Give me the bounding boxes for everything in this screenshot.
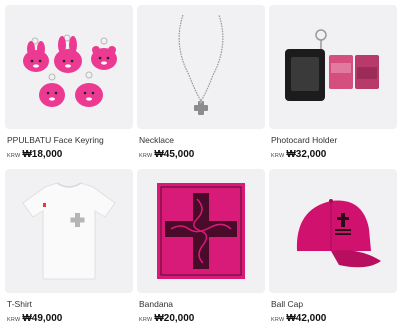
product-image-bandana[interactable] bbox=[137, 169, 265, 293]
product-price: ₩32,000 bbox=[286, 149, 327, 160]
product-card-necklace[interactable]: Necklace KRW ₩45,000 bbox=[137, 5, 265, 169]
product-price: ₩20,000 bbox=[154, 313, 195, 324]
currency-label: KRW bbox=[7, 317, 21, 323]
product-grid: PPULBATU Face Keyring KRW ₩18,000 Neckla… bbox=[0, 0, 400, 329]
currency-label: KRW bbox=[7, 153, 21, 159]
currency-label: KRW bbox=[271, 153, 285, 159]
product-name[interactable]: T-Shirt bbox=[7, 299, 133, 309]
product-card-keyring[interactable]: PPULBATU Face Keyring KRW ₩18,000 bbox=[5, 5, 133, 169]
product-price: ₩18,000 bbox=[22, 149, 63, 160]
currency-label: KRW bbox=[139, 317, 153, 323]
product-name[interactable]: Ball Cap bbox=[271, 299, 397, 309]
product-image-tshirt[interactable] bbox=[5, 169, 133, 293]
price-row: KRW ₩49,000 bbox=[7, 313, 133, 324]
product-card-photocard-holder[interactable]: Photocard Holder KRW ₩32,000 bbox=[269, 5, 397, 169]
product-image-necklace[interactable] bbox=[137, 5, 265, 129]
price-row: KRW ₩18,000 bbox=[7, 149, 133, 160]
product-card-tshirt[interactable]: T-Shirt KRW ₩49,000 bbox=[5, 169, 133, 333]
product-card-ball-cap[interactable]: Ball Cap KRW ₩42,000 bbox=[269, 169, 397, 333]
price-row: KRW ₩42,000 bbox=[271, 313, 397, 324]
product-image-photocard-holder[interactable] bbox=[269, 5, 397, 129]
product-name[interactable]: Photocard Holder bbox=[271, 135, 397, 145]
currency-label: KRW bbox=[139, 153, 153, 159]
product-price: ₩49,000 bbox=[22, 313, 63, 324]
product-price: ₩45,000 bbox=[154, 149, 195, 160]
product-price: ₩42,000 bbox=[286, 313, 327, 324]
product-card-bandana[interactable]: Bandana KRW ₩20,000 bbox=[137, 169, 265, 333]
product-name[interactable]: Necklace bbox=[139, 135, 265, 145]
product-name[interactable]: Bandana bbox=[139, 299, 265, 309]
price-row: KRW ₩45,000 bbox=[139, 149, 265, 160]
product-name[interactable]: PPULBATU Face Keyring bbox=[7, 135, 133, 145]
price-row: KRW ₩32,000 bbox=[271, 149, 397, 160]
product-image-ball-cap[interactable] bbox=[269, 169, 397, 293]
product-image-keyring[interactable] bbox=[5, 5, 133, 129]
currency-label: KRW bbox=[271, 317, 285, 323]
price-row: KRW ₩20,000 bbox=[139, 313, 265, 324]
